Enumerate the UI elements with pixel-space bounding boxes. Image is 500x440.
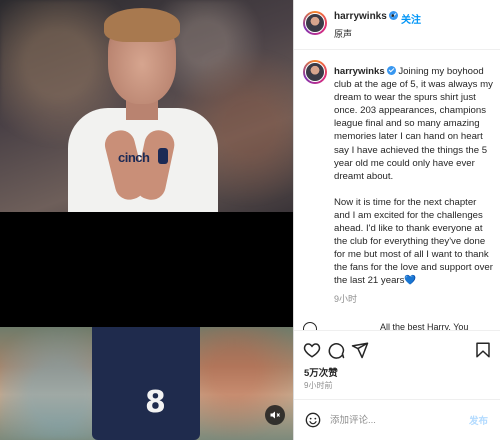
comment-preview-text: All the best Harry. You: [380, 322, 469, 330]
bookmark-icon: [476, 342, 490, 358]
shorts-number: 8: [145, 385, 166, 420]
header-username[interactable]: harrywinks: [334, 11, 387, 22]
likes-count[interactable]: 5万次赞: [304, 365, 338, 379]
post-comment-button[interactable]: 发布: [469, 413, 488, 427]
comment-composer: 发布: [294, 399, 500, 440]
post-side-panel: harrywinks • 关注 原声 harrywinks Joining my…: [293, 0, 500, 440]
caption-avatar[interactable]: [303, 60, 327, 84]
avatar[interactable]: [303, 11, 327, 35]
player-figure: [68, 0, 218, 212]
caption-text: harrywinks Joining my boyhood club at th…: [334, 65, 494, 288]
verified-badge-icon: [386, 66, 396, 75]
save-button[interactable]: [474, 341, 492, 359]
comment-input[interactable]: [330, 411, 450, 429]
post-actions: 5万次赞 9小时前 发布: [294, 330, 500, 440]
emoji-button[interactable]: [305, 412, 321, 428]
post-timestamp: 9小时前: [304, 381, 333, 390]
comment-icon: [328, 343, 345, 359]
mute-button[interactable]: [265, 405, 285, 425]
caption-paragraph-2: Now it is time for the next chapter and …: [334, 196, 493, 287]
video-letterbox: [0, 212, 293, 327]
shirt-sponsor: cinch: [118, 150, 150, 165]
mute-icon: [270, 411, 280, 419]
player-photo-top: cinch: [0, 0, 293, 212]
comment-button[interactable]: [327, 341, 345, 359]
caption-paragraph-1: Joining my boyhood club at the age of 5,…: [334, 66, 493, 182]
comment-preview: All the best Harry. You: [303, 322, 493, 330]
post-caption: harrywinks Joining my boyhood club at th…: [294, 60, 500, 316]
follow-button[interactable]: 关注: [401, 11, 421, 26]
audio-label[interactable]: 原声: [334, 27, 352, 40]
post-media[interactable]: cinch 8: [0, 0, 293, 440]
player-shorts: [92, 327, 200, 440]
like-button[interactable]: [303, 341, 321, 359]
player-photo-bottom: 8: [0, 327, 293, 440]
caption-username[interactable]: harrywinks: [334, 66, 385, 77]
heart-icon: [303, 343, 321, 358]
commenter-avatar[interactable]: [303, 322, 317, 330]
caption-timestamp: 9小时: [334, 294, 358, 304]
club-crest: [158, 148, 168, 164]
emoji-icon: [305, 412, 321, 428]
share-button[interactable]: [351, 341, 369, 359]
post-header: harrywinks • 关注 原声: [294, 0, 500, 50]
share-icon: [351, 342, 369, 359]
header-separator: •: [391, 11, 395, 22]
